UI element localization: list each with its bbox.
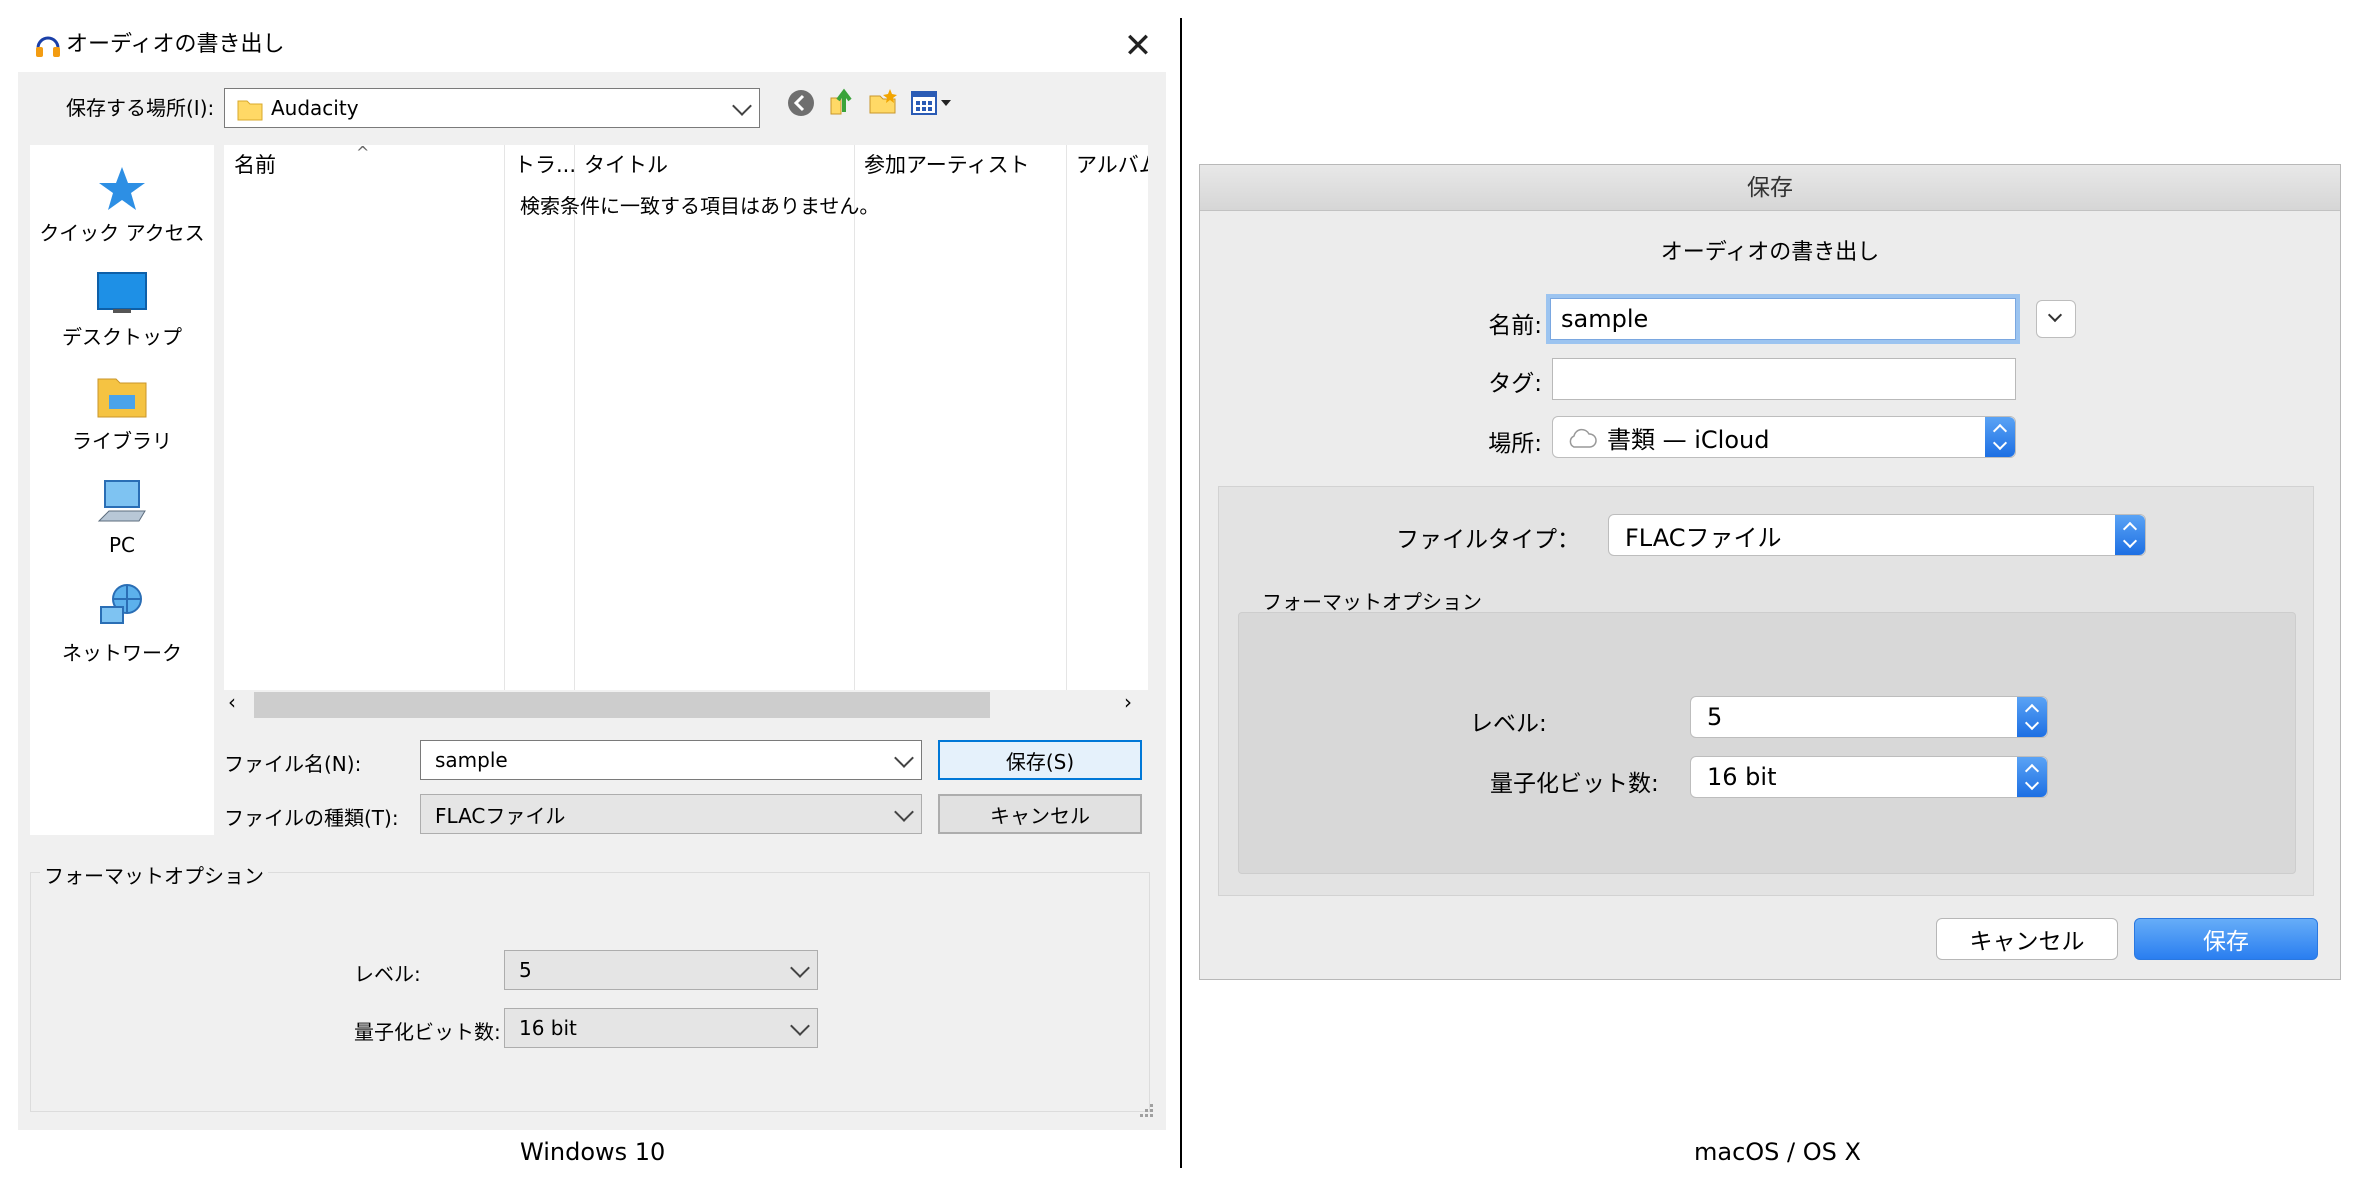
view-menu-icon[interactable] [910,88,954,118]
windows-save-button[interactable]: 保存(S) [938,740,1142,780]
mac-filetype-value: FLACファイル [1625,523,1782,552]
tags-field[interactable] [1552,358,2016,400]
column-header-track[interactable]: トラ... [514,149,576,179]
back-icon[interactable] [786,88,816,118]
mac-format-options-box [1238,612,2296,874]
place-label: デスクトップ [62,325,182,349]
mac-format-options-title: フォーマットオプション [1262,590,1482,614]
save-in-combo[interactable]: Audacity [224,88,760,128]
scroll-right-icon[interactable]: › [1124,690,1132,714]
places-bar: クイック アクセス デスクトップ ライブラリ PC ネットワーク [30,145,214,835]
mac-save-button[interactable]: 保存 [2134,918,2318,960]
resize-grip-icon[interactable] [1136,1100,1154,1118]
up-folder-icon[interactable] [828,86,858,116]
chevron-down-icon [2047,307,2063,323]
scroll-left-icon[interactable]: ‹ [228,690,236,714]
library-icon [97,378,147,418]
place-libraries[interactable]: ライブラリ [30,373,214,454]
name-field[interactable]: sample [1550,298,2016,340]
network-icon [100,584,142,624]
name-label: 名前: [1488,313,1542,339]
save-in-value: Audacity [271,96,359,120]
new-folder-icon[interactable] [868,86,898,116]
stepper-icon [2017,697,2047,737]
bitdepth-label: 量子化ビット数: [354,1020,501,1044]
place-network[interactable]: ネットワーク [30,581,214,666]
location-value: 書類 — iCloud [1607,425,1770,454]
level-label: レベル: [354,962,421,986]
location-popup[interactable]: 書類 — iCloud [1552,416,2016,458]
place-label: ライブラリ [72,429,172,453]
filename-label: ファイル名(N): [224,752,362,776]
mac-level-value: 5 [1707,703,1723,731]
column-header-artist[interactable]: 参加アーティスト [864,149,1029,179]
column-title[interactable]: タイトル [574,145,855,695]
place-desktop[interactable]: デスクトップ [30,269,214,350]
scrollbar-thumb[interactable] [254,692,990,718]
expand-button[interactable] [2036,300,2076,338]
column-track[interactable]: トラ... [504,145,576,695]
mac-filetype-label: ファイルタイプ： [1396,527,1580,553]
desktop-icon [97,272,147,313]
level-combo[interactable]: 5 [504,950,818,990]
windows-dialog-title: オーディオの書き出し [66,32,285,57]
location-label: 場所: [1488,431,1542,457]
level-value: 5 [519,958,532,982]
filetype-value: FLACファイル [435,803,566,828]
cloud-icon [1569,428,1597,448]
file-list[interactable]: 名前 ^ トラ... タイトル 参加アーティスト アルバム [224,143,1148,700]
tags-label: タグ: [1488,371,1542,397]
mac-window-title: 保存 [1747,175,1793,201]
filename-combo[interactable]: sample [420,740,922,780]
place-label: クイック アクセス [39,221,205,245]
column-artist[interactable]: 参加アーティスト [854,145,1067,695]
mac-bitdepth-popup[interactable]: 16 bit [1690,756,2048,798]
chevron-down-icon [894,802,914,822]
chevron-down-icon [894,748,914,768]
format-options-title: フォーマットオプション [40,860,268,889]
filetype-combo[interactable]: FLACファイル [420,794,922,834]
computer-icon [97,480,146,522]
column-header-album[interactable]: アルバム [1076,149,1148,179]
mac-level-label: レベル: [1470,711,1547,737]
close-icon[interactable]: ✕ [1118,26,1158,66]
stepper-icon [2017,757,2047,797]
chevron-down-icon [790,958,810,978]
stepper-icon [1985,417,2015,457]
mac-dialog-heading: オーディオの書き出し [1660,240,1880,265]
column-header-name[interactable]: 名前 [234,149,276,179]
name-value[interactable]: sample [1561,299,1648,339]
chevron-down-icon [732,96,752,116]
sort-arrow-icon: ^ [356,143,370,162]
mac-caption: macOS / OS X [1694,1138,1861,1166]
mac-bitdepth-value: 16 bit [1707,763,1777,791]
column-header-title[interactable]: タイトル [584,149,668,179]
mac-filetype-popup[interactable]: FLACファイル [1608,514,2146,556]
empty-list-message: 検索条件に一致する項目はありません。 [520,194,880,218]
bitdepth-value: 16 bit [519,1016,577,1040]
mac-bitdepth-label: 量子化ビット数: [1490,771,1659,797]
place-label: ネットワーク [62,641,182,665]
divider [1180,18,1182,1168]
column-album[interactable]: アルバム [1066,145,1148,695]
star-icon [99,167,145,210]
filetype-label: ファイルの種類(T): [224,806,399,830]
place-quick-access[interactable]: クイック アクセス [30,165,214,246]
filename-value[interactable]: sample [435,741,508,779]
audacity-headphones-icon [36,36,60,57]
mac-cancel-button[interactable]: キャンセル [1936,918,2118,960]
save-in-label: 保存する場所(I): [66,96,215,120]
column-name[interactable]: 名前 ^ [224,143,505,695]
stepper-icon [2115,515,2145,555]
place-pc[interactable]: PC [30,477,214,557]
format-options-group [30,872,1150,1112]
bitdepth-combo[interactable]: 16 bit [504,1008,818,1048]
mac-level-popup[interactable]: 5 [1690,696,2048,738]
windows-cancel-button[interactable]: キャンセル [938,794,1142,834]
folder-icon [237,100,263,121]
place-label: PC [108,533,136,557]
chevron-down-icon [790,1016,810,1036]
windows-caption: Windows 10 [520,1138,666,1166]
